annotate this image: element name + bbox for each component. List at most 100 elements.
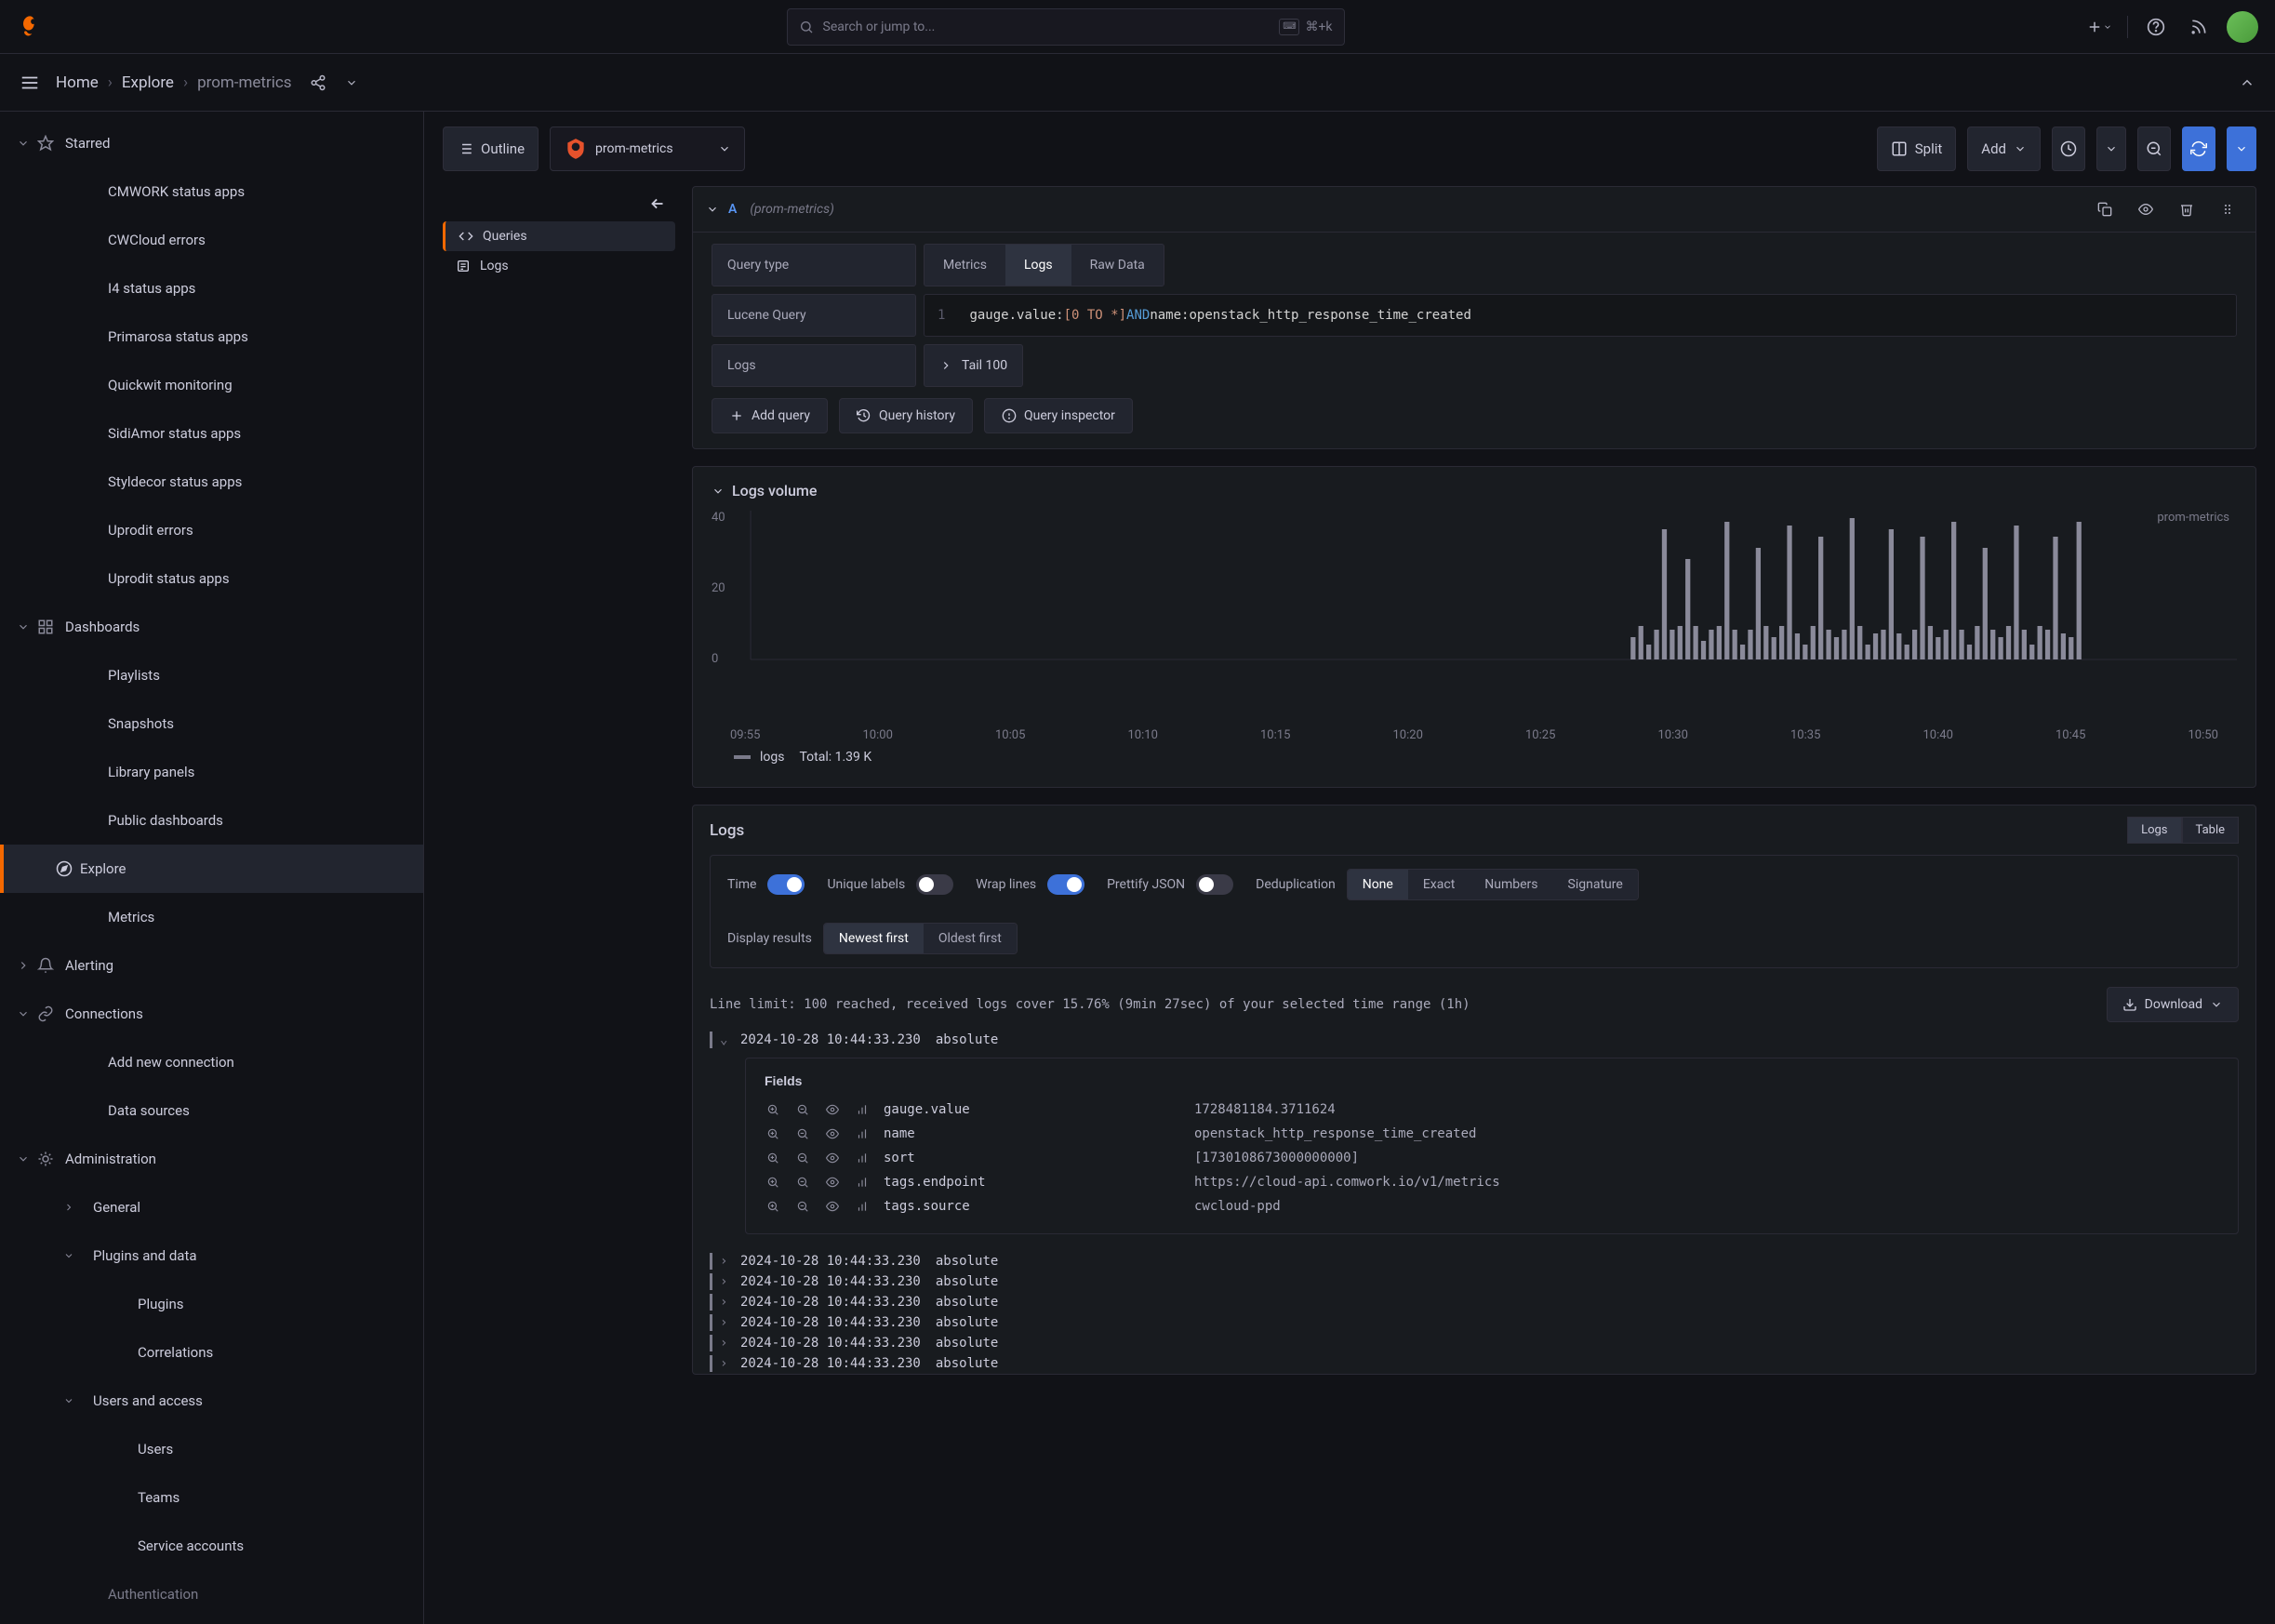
zoom-in-icon[interactable] — [765, 1101, 781, 1118]
tail-button[interactable]: Tail 100 — [924, 344, 1023, 387]
log-row[interactable]: ›2024-10-28 10:44:33.230absolute — [693, 1292, 2255, 1312]
eye-icon[interactable] — [824, 1150, 841, 1166]
trash-icon[interactable] — [2172, 194, 2202, 224]
zoom-in-icon[interactable] — [765, 1150, 781, 1166]
logs-volume-header[interactable]: Logs volume — [712, 482, 2237, 499]
zoom-out-icon[interactable] — [794, 1101, 811, 1118]
sidebar-connections[interactable]: Connections — [0, 990, 423, 1038]
drag-icon[interactable] — [2213, 194, 2242, 224]
user-avatar[interactable] — [2227, 11, 2258, 43]
tab-table[interactable]: Table — [2182, 817, 2239, 844]
sidebar-item[interactable]: Teams — [0, 1473, 423, 1522]
zoom-in-icon[interactable] — [765, 1125, 781, 1142]
add-button[interactable]: Add — [1967, 126, 2041, 171]
breadcrumb-home[interactable]: Home — [56, 73, 99, 92]
eye-icon[interactable] — [2131, 194, 2161, 224]
split-button[interactable]: Split — [1877, 126, 1957, 171]
sidebar-item[interactable]: Users — [0, 1425, 423, 1473]
zoom-out-icon[interactable] — [794, 1125, 811, 1142]
refresh-button[interactable] — [2182, 126, 2215, 171]
sidebar-item[interactable]: Data sources — [0, 1086, 423, 1135]
sidebar-item[interactable]: Uprodit status apps — [0, 554, 423, 603]
sidebar-item[interactable]: Library panels — [0, 748, 423, 796]
zoom-in-icon[interactable] — [765, 1198, 781, 1215]
sidebar-item[interactable]: Uprodit errors — [0, 506, 423, 554]
sidebar-item[interactable]: Snapshots — [0, 699, 423, 748]
copy-icon[interactable] — [2090, 194, 2120, 224]
eye-icon[interactable] — [824, 1125, 841, 1142]
log-row[interactable]: ›2024-10-28 10:44:33.230absolute — [693, 1333, 2255, 1353]
sidebar-explore[interactable]: Explore — [0, 845, 423, 893]
query-type-segment[interactable]: Metrics Logs Raw Data — [924, 244, 1164, 286]
stats-icon[interactable] — [854, 1150, 871, 1166]
grafana-logo[interactable] — [17, 14, 43, 40]
share-icon[interactable] — [303, 68, 333, 98]
time-toggle[interactable] — [767, 874, 805, 895]
sidebar-item[interactable]: Plugins and data — [0, 1231, 423, 1280]
sidebar-starred[interactable]: Starred — [0, 119, 423, 167]
refresh-dropdown[interactable] — [2227, 126, 2256, 171]
zoom-in-icon[interactable] — [765, 1174, 781, 1191]
wrap-toggle[interactable] — [1047, 874, 1084, 895]
sidebar-alerting[interactable]: Alerting — [0, 941, 423, 990]
eye-icon[interactable] — [824, 1198, 841, 1215]
sidebar-item[interactable]: I4 status apps — [0, 264, 423, 313]
tree-queries[interactable]: Queries — [443, 221, 675, 251]
stats-icon[interactable] — [854, 1174, 871, 1191]
help-icon[interactable] — [2141, 12, 2171, 42]
zoom-out-icon[interactable] — [794, 1198, 811, 1215]
zoom-out-icon[interactable] — [794, 1174, 811, 1191]
download-button[interactable]: Download — [2107, 987, 2239, 1022]
sidebar-item[interactable]: General — [0, 1183, 423, 1231]
sidebar-item[interactable]: Metrics — [0, 893, 423, 941]
collapse-icon[interactable] — [2232, 68, 2262, 98]
add-icon[interactable] — [2084, 12, 2114, 42]
search-input[interactable]: Search or jump to... ⌨ ⌘+k — [787, 8, 1345, 46]
sidebar-item[interactable]: Correlations — [0, 1328, 423, 1377]
query-history-button[interactable]: Query history — [839, 398, 973, 433]
zoom-out-button[interactable] — [2137, 126, 2171, 171]
query-inspector-button[interactable]: Query inspector — [984, 398, 1133, 433]
datasource-select[interactable]: prom-metrics — [550, 126, 745, 171]
stats-icon[interactable] — [854, 1125, 871, 1142]
log-row[interactable]: ›2024-10-28 10:44:33.230absolute — [693, 1312, 2255, 1333]
chevron-down-icon[interactable] — [706, 203, 719, 216]
zoom-out-icon[interactable] — [794, 1150, 811, 1166]
prettify-toggle[interactable] — [1196, 874, 1233, 895]
tree-logs[interactable]: Logs — [443, 251, 675, 281]
eye-icon[interactable] — [824, 1101, 841, 1118]
sidebar-administration[interactable]: Administration — [0, 1135, 423, 1183]
eye-icon[interactable] — [824, 1174, 841, 1191]
back-icon[interactable] — [443, 186, 675, 221]
sidebar-item[interactable]: Public dashboards — [0, 796, 423, 845]
sidebar-item[interactable]: SidiAmor status apps — [0, 409, 423, 458]
tab-logs[interactable]: Logs — [2127, 817, 2181, 844]
outline-button[interactable]: Outline — [443, 126, 539, 171]
sidebar-item[interactable]: Playlists — [0, 651, 423, 699]
sidebar-item[interactable]: Service accounts — [0, 1522, 423, 1570]
timepicker-dropdown[interactable] — [2096, 126, 2126, 171]
sidebar-item[interactable]: Quickwit monitoring — [0, 361, 423, 409]
breadcrumb-explore[interactable]: Explore — [122, 73, 174, 92]
sidebar-item[interactable]: Users and access — [0, 1377, 423, 1425]
add-query-button[interactable]: Add query — [712, 398, 828, 433]
log-row[interactable]: ›2024-10-28 10:44:33.230absolute — [693, 1271, 2255, 1292]
timepicker-button[interactable] — [2052, 126, 2085, 171]
sidebar-item[interactable]: Add new connection — [0, 1038, 423, 1086]
menu-button[interactable] — [13, 66, 47, 100]
sidebar-item[interactable]: Authentication — [0, 1570, 423, 1618]
sidebar-item[interactable]: Primarosa status apps — [0, 313, 423, 361]
log-row[interactable]: ›2024-10-28 10:44:33.230absolute — [693, 1353, 2255, 1374]
sidebar-item[interactable]: Styldecor status apps — [0, 458, 423, 506]
lucene-editor[interactable]: 1 gauge.value:[0 TO *] AND name:openstac… — [924, 294, 2237, 337]
sidebar-item[interactable]: CWCloud errors — [0, 216, 423, 264]
chevron-down-icon[interactable] — [337, 68, 366, 98]
sidebar-dashboards[interactable]: Dashboards — [0, 603, 423, 651]
sidebar-item[interactable]: Plugins — [0, 1280, 423, 1328]
log-row[interactable]: ›2024-10-28 10:44:33.230absolute — [693, 1251, 2255, 1271]
stats-icon[interactable] — [854, 1198, 871, 1215]
sidebar-item[interactable]: CMWORK status apps — [0, 167, 423, 216]
news-icon[interactable] — [2184, 12, 2214, 42]
unique-toggle[interactable] — [916, 874, 953, 895]
stats-icon[interactable] — [854, 1101, 871, 1118]
